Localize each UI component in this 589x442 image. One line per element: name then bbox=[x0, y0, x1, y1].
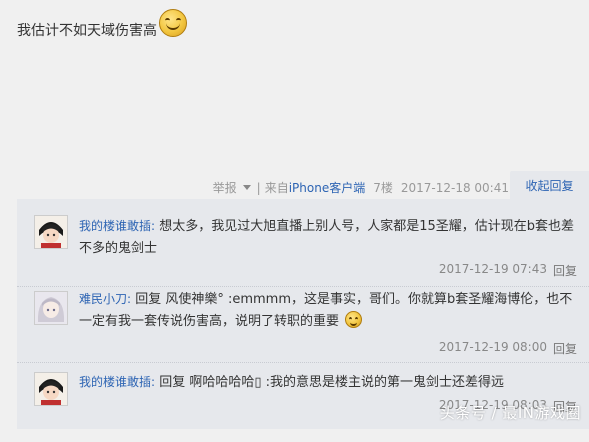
post-content: 我估计不如天域伤害高 bbox=[17, 9, 187, 40]
smiley-emoticon-icon bbox=[345, 311, 363, 328]
reply-item: 我的楼谁敢插: 想太多，我见过大旭直播上别人号，人家都是15圣耀，估计现在b套也… bbox=[17, 199, 589, 287]
post-meta: 举报 | 来自iPhone客户端 7楼 2017-12-18 00:41 bbox=[213, 179, 509, 196]
reply-footer: 2017-12-19 07:43 回复 bbox=[439, 262, 577, 279]
collapse-replies-button[interactable]: 收起回复 bbox=[510, 171, 589, 199]
avatar[interactable] bbox=[34, 372, 68, 406]
floor-number: 7楼 bbox=[373, 181, 393, 195]
post-text: 我估计不如天域伤害高 bbox=[17, 23, 157, 39]
watermark: 头条号 / 最IN游戏圈 bbox=[439, 404, 581, 422]
reply-text: 我的楼谁敢插: 回复 啊哈哈哈哈▯ :我的意思是楼主说的第一鬼剑士还差得远 bbox=[79, 371, 575, 394]
reply-datetime: 2017-12-19 08:00 bbox=[438, 340, 547, 354]
smiley-emoticon-icon bbox=[159, 9, 187, 37]
avatar[interactable] bbox=[34, 291, 68, 325]
reply-text: 难民小刀: 回复 风使神樂° :emmmm，这是事实，哥们。你就算b套圣耀海博伦… bbox=[79, 288, 575, 333]
reply-username[interactable]: 难民小刀: bbox=[79, 292, 131, 306]
reply-footer: 2017-12-19 08:00 回复 bbox=[439, 340, 577, 357]
reply-body: 回复 啊哈哈哈哈▯ :我的意思是楼主说的第一鬼剑士还差得远 bbox=[159, 375, 504, 390]
source-label: 来自iPhone客户端 bbox=[264, 181, 366, 195]
dropdown-triangle-icon[interactable] bbox=[242, 185, 251, 190]
reply-panel: 我的楼谁敢插: 想太多，我见过大旭直播上别人号，人家都是15圣耀，估计现在b套也… bbox=[17, 199, 589, 429]
device-link[interactable]: iPhone客户端 bbox=[289, 181, 366, 195]
reply-button[interactable]: 回复 bbox=[553, 340, 577, 357]
avatar[interactable] bbox=[34, 215, 68, 249]
report-link[interactable]: 举报 bbox=[213, 179, 237, 196]
reply-username[interactable]: 我的楼谁敢插: bbox=[79, 219, 155, 233]
reply-username[interactable]: 我的楼谁敢插: bbox=[79, 375, 155, 389]
reply-body: 回复 风使神樂° :emmmm，这是事实，哥们。你就算b套圣耀海博伦，也不一定有… bbox=[79, 292, 573, 329]
reply-item: 难民小刀: 回复 风使神樂° :emmmm，这是事实，哥们。你就算b套圣耀海博伦… bbox=[17, 286, 589, 363]
reply-datetime: 2017-12-19 07:43 bbox=[438, 262, 547, 276]
post-datetime: 2017-12-18 00:41 bbox=[400, 180, 509, 195]
meta-separator: | bbox=[256, 180, 261, 195]
reply-button[interactable]: 回复 bbox=[553, 262, 577, 279]
reply-text: 我的楼谁敢插: 想太多，我见过大旭直播上别人号，人家都是15圣耀，估计现在b套也… bbox=[79, 215, 575, 260]
